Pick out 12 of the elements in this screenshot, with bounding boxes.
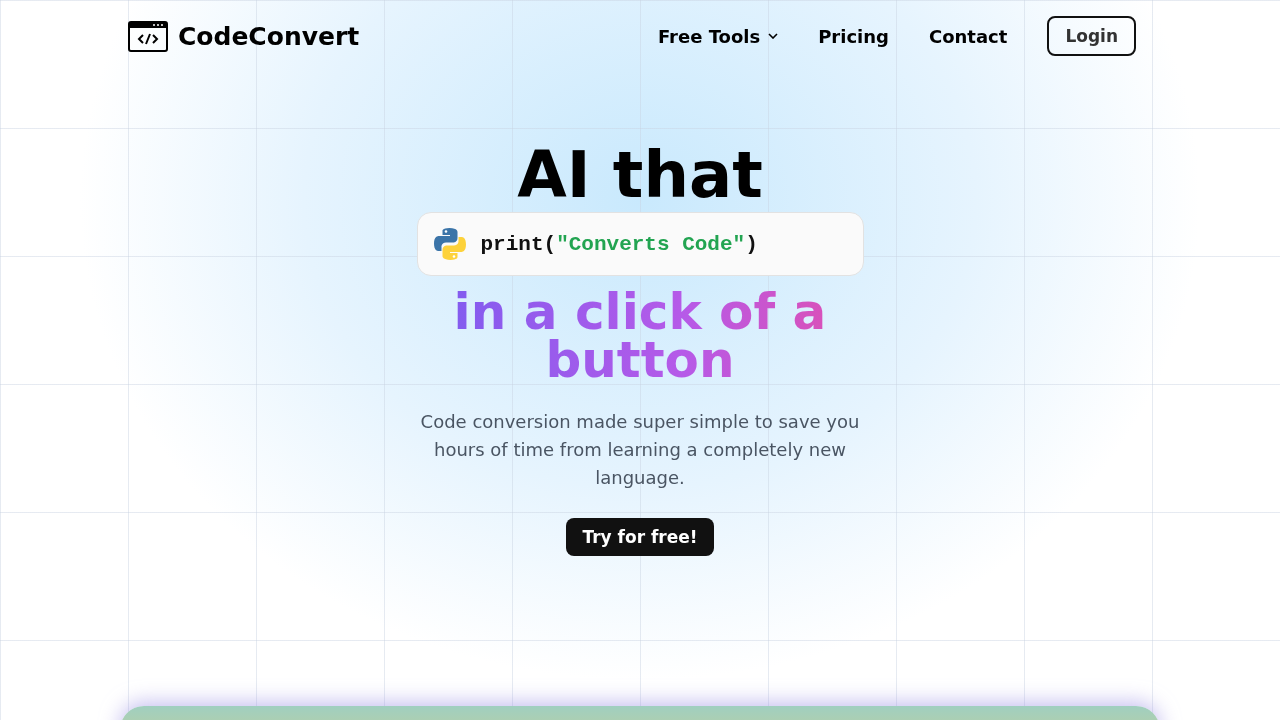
- nav-dropdown[interactable]: Free Tools: [657, 25, 779, 47]
- code-snippet: print("Converts Code"): [480, 232, 758, 256]
- chevron-down-icon: [768, 33, 779, 39]
- code-window-icon: [128, 20, 168, 52]
- nav-link[interactable]: Contact: [928, 25, 1008, 47]
- hero-description: Code conversion made super simple to save you hours of time from learning a completely new language.: [420, 410, 860, 490]
- nav-link[interactable]: Pricing: [818, 25, 889, 47]
- hero-title: AI that: [517, 138, 763, 212]
- python-logo-icon: [432, 227, 467, 261]
- brand-name[interactable]: CodeConvert: [178, 21, 360, 51]
- try-free-button[interactable]: Try for free!: [566, 518, 714, 556]
- login-button[interactable]: Login: [1047, 16, 1136, 56]
